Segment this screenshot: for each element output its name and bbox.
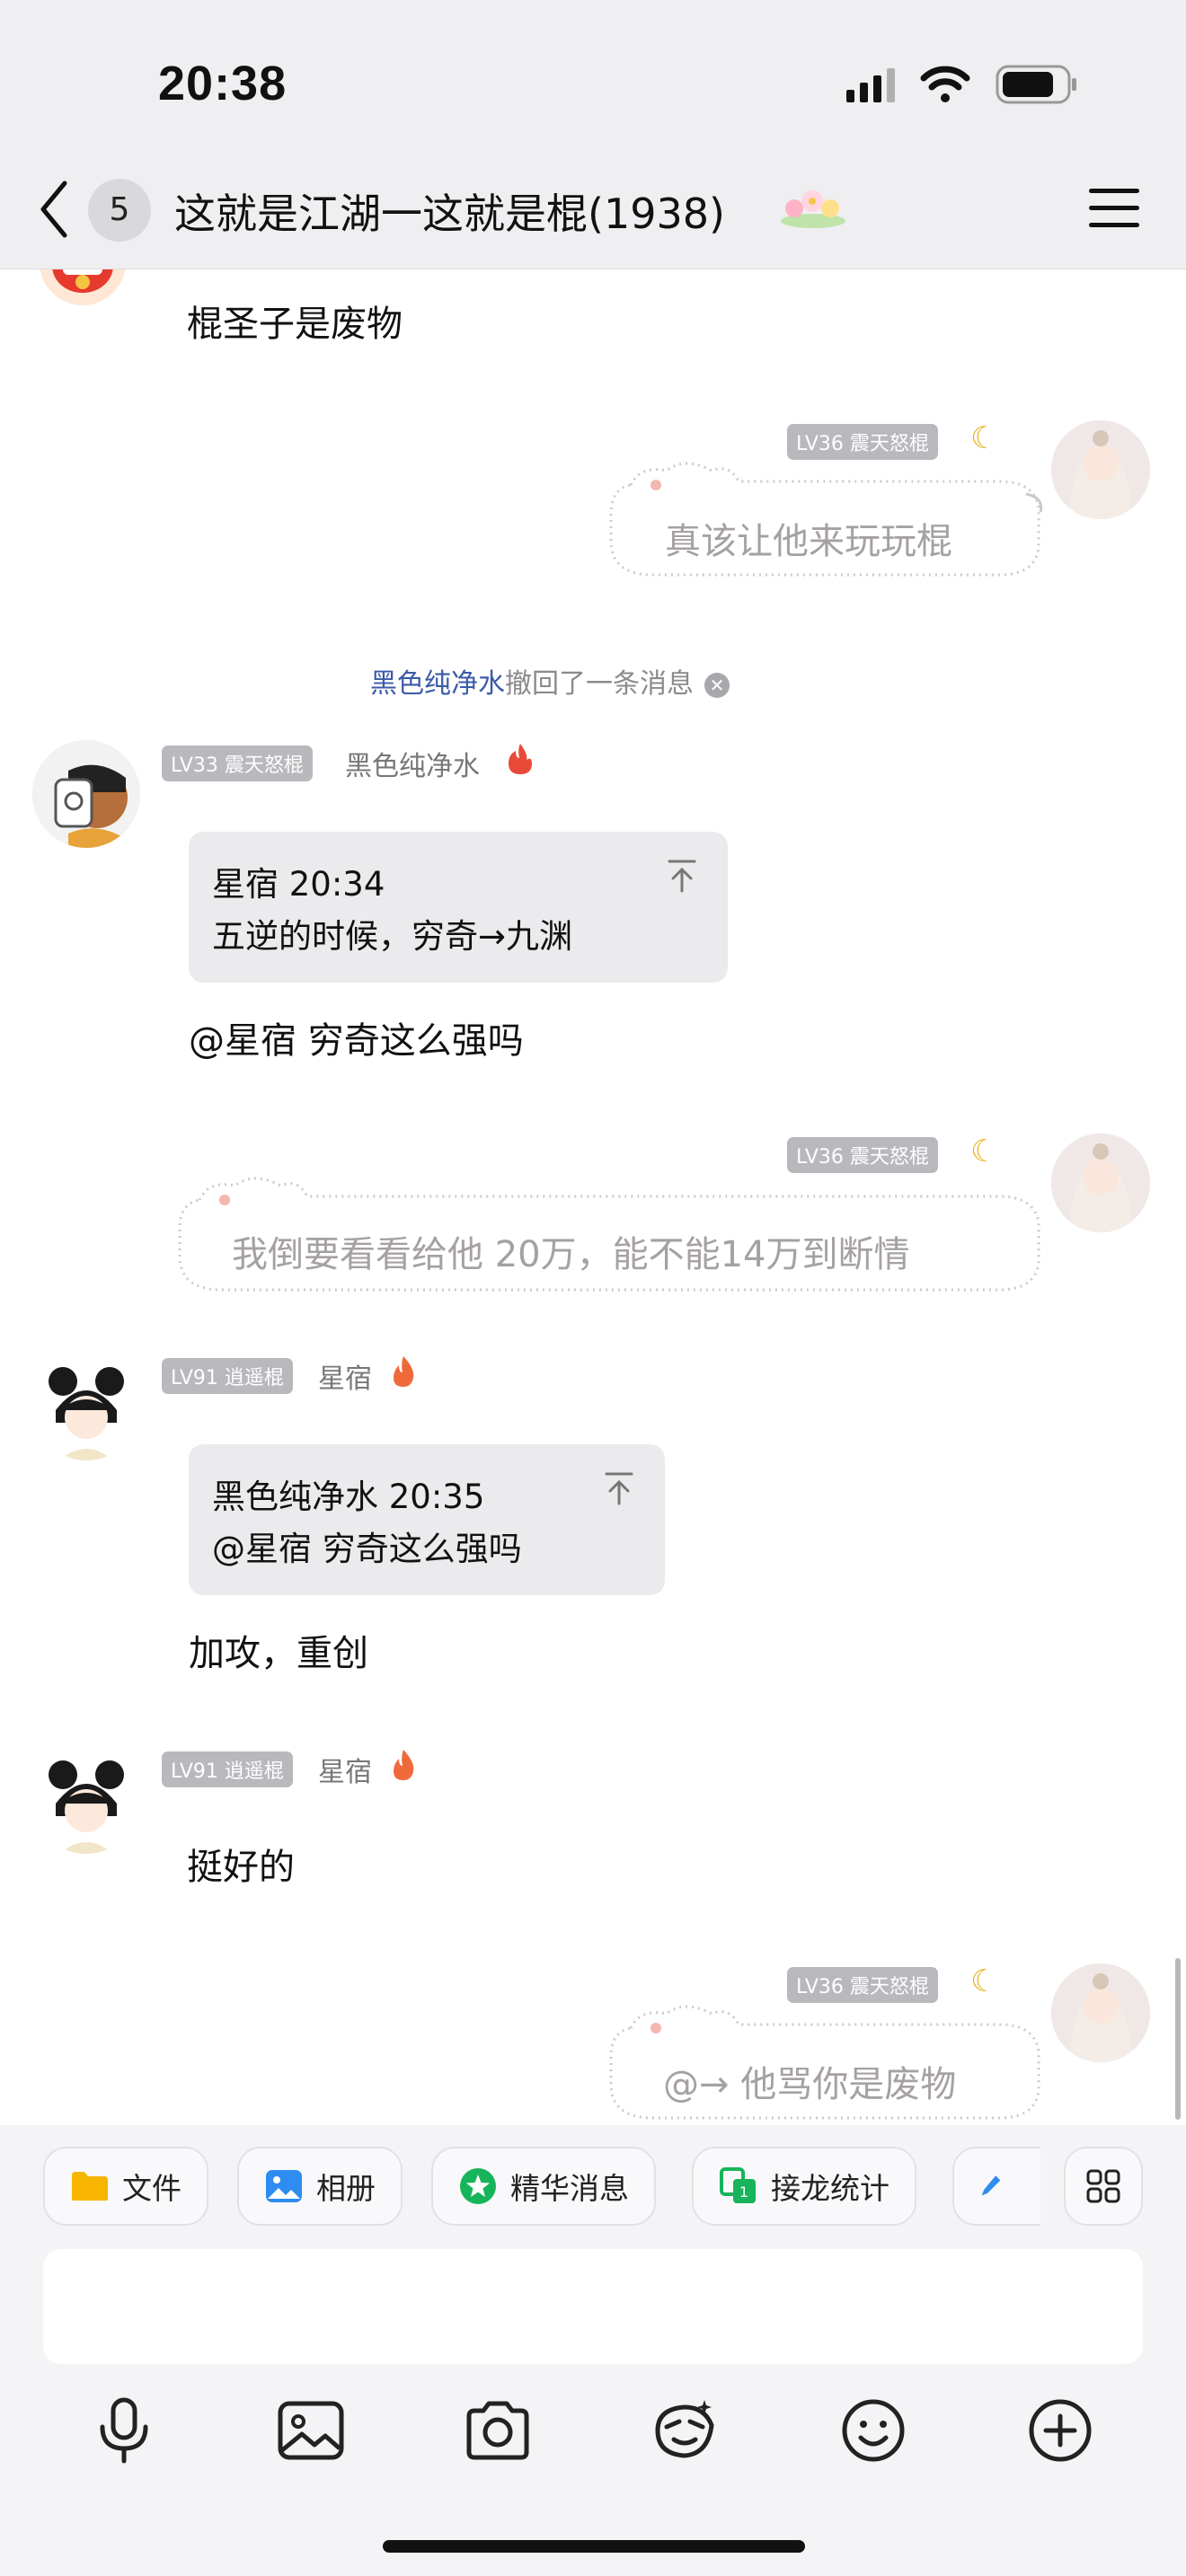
message-text[interactable]: 加攻，重创 <box>189 1624 368 1676</box>
avatar[interactable] <box>40 269 126 305</box>
self-avatar[interactable] <box>1051 1963 1150 2062</box>
quote-header: 星宿 20:34 <box>212 865 385 904</box>
avatar[interactable] <box>32 1353 140 1460</box>
recall-notice: 黑色纯净水撤回了一条消息 ✕ <box>370 661 730 701</box>
chevron-left-icon <box>40 181 67 238</box>
wifi-icon <box>920 66 970 103</box>
message-text[interactable]: 我倒要看看给他 20万，能不能14万到断情 <box>232 1225 910 1277</box>
message-text[interactable]: @星宿 穷奇这么强吗 <box>189 1011 524 1063</box>
shortcut-essence[interactable]: 精华消息 <box>431 2147 656 2226</box>
close-icon[interactable]: ✕ <box>704 672 730 698</box>
shortcut-album[interactable]: 相册 <box>237 2147 403 2226</box>
anime-girl-avatar-icon <box>1051 420 1150 519</box>
self-avatar[interactable] <box>1051 1134 1150 1232</box>
unread-count-badge[interactable]: 5 <box>88 179 151 242</box>
shortcut-relay[interactable]: 1 接龙统计 <box>692 2147 916 2226</box>
chat-area[interactable]: 棍圣子是废物 LV36 震天怒棍 ☾ 真该让他来玩玩棍 黑色纯净水撤回了一条消息… <box>0 269 1186 2125</box>
message-input[interactable] <box>43 2249 1143 2364</box>
avatar[interactable] <box>32 1746 140 1854</box>
anime-girl-avatar-icon <box>1051 1963 1150 2062</box>
sender-level-badge: LV33 震天怒棍 <box>162 745 313 781</box>
top-bar: 20:38 5 这就是江湖一这就是棍(1938) <box>0 0 1186 269</box>
sender-nickname[interactable]: 星宿 <box>318 1356 372 1396</box>
relay-icon: 1 <box>720 2167 756 2203</box>
anime-girl-avatar-icon <box>1051 1134 1150 1232</box>
message-text[interactable]: @→ 他骂你是废物 <box>663 2055 956 2107</box>
image-icon[interactable] <box>275 2395 347 2466</box>
cartoon-avatar-icon <box>32 740 140 848</box>
quoted-message[interactable]: 星宿 20:34 五逆的时候，穷奇→九渊 <box>189 832 728 983</box>
folder-icon <box>72 2172 108 2201</box>
grid-icon <box>1086 2169 1120 2203</box>
anime-girl-avatar-icon <box>32 1746 140 1854</box>
fire-badge-icon <box>505 742 535 780</box>
recall-sender[interactable]: 黑色纯净水 <box>370 668 505 700</box>
cellular-signal-icon <box>846 66 895 102</box>
sender-level-badge: LV36 震天怒棍 <box>787 1967 938 2003</box>
message-text[interactable]: 挺好的 <box>187 1838 295 1890</box>
anime-girl-avatar-icon <box>32 1353 140 1460</box>
camera-icon[interactable] <box>462 2395 534 2466</box>
shortcut-label: 精华消息 <box>510 2171 629 2206</box>
sender-nickname[interactable]: 星宿 <box>318 1750 372 1789</box>
jump-to-original-icon[interactable] <box>604 1471 634 1505</box>
emoji-icon[interactable] <box>837 2395 909 2466</box>
recall-text: 撤回了一条消息 <box>505 668 694 700</box>
shortcut-label: 文件 <box>122 2171 181 2206</box>
shortcut-more-tool[interactable] <box>952 2147 1040 2226</box>
flower-emoji-icon <box>778 185 848 234</box>
pencil-icon <box>981 2175 1001 2196</box>
moon-icon: ☾ <box>970 1963 998 1999</box>
moon-icon: ☾ <box>970 1134 998 1169</box>
status-time: 20:38 <box>158 57 288 110</box>
menu-button[interactable] <box>1089 189 1139 230</box>
sender-nickname[interactable]: 黑色纯净水 <box>345 744 480 783</box>
shortcut-files[interactable]: 文件 <box>43 2147 208 2226</box>
sender-level-badge: LV36 震天怒棍 <box>787 1137 938 1173</box>
shortcut-label: 相册 <box>316 2171 376 2206</box>
page-title[interactable]: 这就是江湖一这就是棍(1938) <box>174 181 725 241</box>
microphone-icon[interactable] <box>88 2395 160 2466</box>
flame-badge-icon <box>388 1354 419 1392</box>
status-icons <box>846 65 1078 104</box>
battery-icon <box>996 65 1078 104</box>
shortcut-label: 接龙统计 <box>771 2171 890 2206</box>
moon-icon: ☾ <box>970 420 998 456</box>
input-panel: 文件 相册 精华消息 1 接龙统计 <box>0 2125 1186 2576</box>
quote-header: 黑色纯净水 20:35 <box>212 1478 485 1516</box>
sticker-icon[interactable] <box>649 2395 721 2466</box>
avatar[interactable] <box>32 740 140 848</box>
plus-icon[interactable] <box>1024 2395 1096 2466</box>
message-text[interactable]: 棍圣子是废物 <box>187 295 403 347</box>
album-icon <box>266 2170 302 2202</box>
message-text[interactable]: 真该让他来玩玩棍 <box>665 512 952 564</box>
sender-level-badge: LV91 逍遥棍 <box>162 1358 293 1394</box>
flame-badge-icon <box>388 1748 419 1786</box>
quote-body: 五逆的时候，穷奇→九渊 <box>212 917 573 956</box>
chat-scrollbar[interactable] <box>1175 1958 1181 2120</box>
jump-to-original-icon[interactable] <box>667 859 697 893</box>
quote-body: @星宿 穷奇这么强吗 <box>212 1530 522 1568</box>
svg-text:1: 1 <box>739 2183 748 2201</box>
star-badge-icon <box>460 2168 496 2204</box>
quoted-message[interactable]: 黑色纯净水 20:35 @星宿 穷奇这么强吗 <box>189 1444 665 1595</box>
shortcut-grid-button[interactable] <box>1064 2147 1143 2226</box>
cartoon-avatar-icon <box>52 269 113 293</box>
sender-level-badge: LV36 震天怒棍 <box>787 424 938 460</box>
sender-level-badge: LV91 逍遥棍 <box>162 1751 293 1787</box>
self-avatar[interactable] <box>1051 420 1150 519</box>
home-indicator[interactable] <box>383 2540 805 2553</box>
back-button[interactable] <box>36 178 72 241</box>
